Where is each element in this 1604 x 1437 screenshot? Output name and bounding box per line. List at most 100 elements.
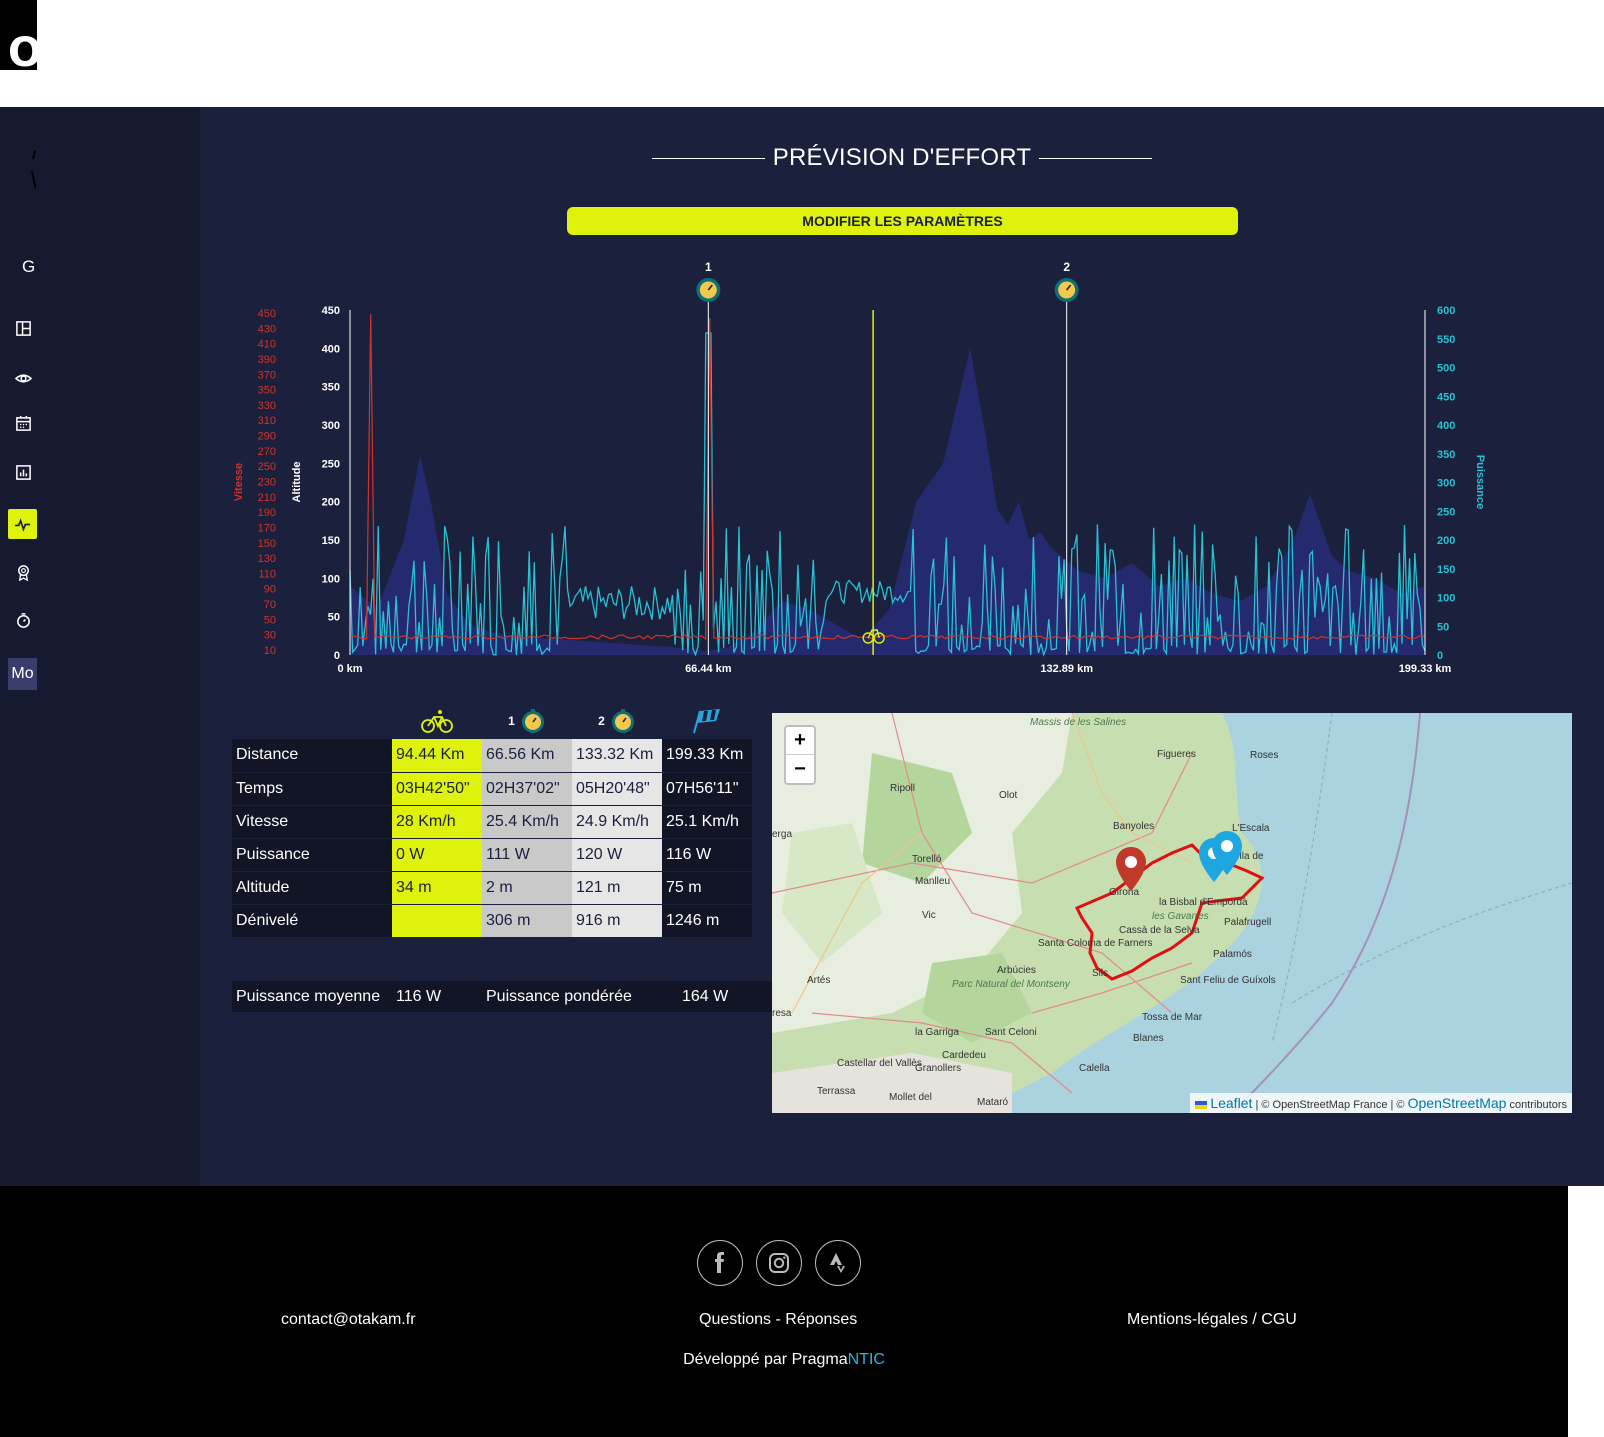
sidebar-item-timer[interactable] xyxy=(10,607,36,633)
strava-icon xyxy=(830,1253,845,1273)
power-tick-label: 250 xyxy=(1437,506,1455,518)
speed-tick-label: 210 xyxy=(258,492,276,504)
map-place-label: Calella xyxy=(1079,1063,1110,1074)
finish-flag-icon xyxy=(693,708,720,733)
row-value: 03H42'50" xyxy=(392,772,482,806)
power-tick-label: 550 xyxy=(1437,334,1455,346)
map-place-label: Sils xyxy=(1092,968,1109,979)
contact-email-link[interactable]: contact@otakam.fr xyxy=(281,1311,416,1329)
speed-tick-label: 70 xyxy=(264,599,276,611)
table-header-finish xyxy=(662,702,752,739)
row-value: 02H37'02" xyxy=(482,772,572,806)
facebook-icon xyxy=(715,1252,724,1273)
row-value: 66.56 Km xyxy=(482,739,572,773)
eye-icon xyxy=(14,373,32,383)
speed-tick-label: 270 xyxy=(258,446,276,458)
activity-icon xyxy=(14,517,31,532)
dashboard-icon xyxy=(15,320,31,336)
power-tick-label: 450 xyxy=(1437,391,1455,403)
row-value: 25.1 Km/h xyxy=(662,805,752,839)
table-header-row: 1 2 xyxy=(232,702,752,739)
power-axis-title: Puissance xyxy=(1474,455,1486,509)
table-row: Vitesse 28 Km/h 25.4 Km/h 24.9 Km/h 25.1 Km/… xyxy=(232,805,752,839)
altitude-tick-label: 150 xyxy=(322,535,340,547)
legal-link[interactable]: Mentions-légales / CGU xyxy=(1127,1311,1297,1329)
route-map[interactable]: Massis de les Salines Figueres Roses Ripoll… xyxy=(772,713,1572,1113)
leaflet-link[interactable]: Leaflet xyxy=(1210,1095,1252,1111)
logo[interactable]: O xyxy=(0,0,37,70)
table-row: Dénivelé 306 m 916 m 1246 m xyxy=(232,904,752,938)
x-tick-label: 0 km xyxy=(337,663,362,675)
row-value: 0 W xyxy=(392,838,482,872)
table-header-cp1: 1 xyxy=(482,702,572,739)
table-header-cp2: 2 xyxy=(572,702,662,739)
map-place-label: Cardedeu xyxy=(942,1050,986,1061)
map-place-label: Massis de les Salines xyxy=(1030,717,1127,728)
map-place-label: Arbúcies xyxy=(997,965,1036,976)
altitude-tick-label: 450 xyxy=(322,305,340,317)
row-label: Distance xyxy=(232,739,392,773)
power-tick-label: 600 xyxy=(1437,305,1455,317)
dev-accent[interactable]: NTIC xyxy=(848,1351,885,1368)
speed-tick-label: 390 xyxy=(258,354,276,366)
speed-tick-label: 190 xyxy=(258,507,276,519)
strava-link[interactable] xyxy=(815,1240,861,1286)
map-place-label: Cassà de la Selva xyxy=(1119,925,1200,936)
map-place-label: Figueres xyxy=(1157,749,1196,760)
power-tick-label: 50 xyxy=(1437,621,1449,633)
osm-link[interactable]: OpenStreetMap xyxy=(1408,1095,1507,1111)
row-label: Puissance xyxy=(232,838,392,872)
table-header-empty xyxy=(232,702,392,739)
row-value: 306 m xyxy=(482,904,572,938)
altitude-tick-label: 50 xyxy=(328,612,340,624)
power-tick-label: 200 xyxy=(1437,535,1455,547)
sidebar-item-awards[interactable] xyxy=(10,559,36,585)
sidebar-item-dashboard[interactable] xyxy=(10,315,36,341)
speed-tick-label: 330 xyxy=(258,400,276,412)
row-value: 28 Km/h xyxy=(392,805,482,839)
bike-icon xyxy=(421,709,453,733)
speed-tick-label: 370 xyxy=(258,369,276,381)
speed-axis-title: Vitesse xyxy=(233,463,245,501)
row-label: Temps xyxy=(232,772,392,806)
checkpoint-marker-icon[interactable] xyxy=(1210,829,1244,877)
altitude-area xyxy=(350,348,1425,655)
modify-params-button[interactable]: MODIFIER LES PARAMÈTRES xyxy=(567,207,1238,235)
page-title-row: PRÉVISION D'EFFORT xyxy=(652,140,1152,176)
start-marker-icon[interactable] xyxy=(1114,845,1148,893)
instagram-link[interactable] xyxy=(756,1240,802,1286)
speed-tick-label: 250 xyxy=(258,461,276,473)
zoom-in-button[interactable]: + xyxy=(786,727,814,755)
power-tick-label: 0 xyxy=(1437,650,1443,662)
speed-tick-label: 150 xyxy=(258,538,276,550)
flag-icon xyxy=(1195,1101,1208,1110)
facebook-link[interactable] xyxy=(697,1240,743,1286)
speed-tick-label: 450 xyxy=(258,308,276,320)
x-tick-label: 66.44 km xyxy=(685,663,732,675)
stopwatch-icon xyxy=(16,612,30,628)
map-place-label: Castellar del Vallès xyxy=(837,1058,922,1069)
x-tick-label: 199.33 km xyxy=(1399,663,1452,675)
speed-tick-label: 110 xyxy=(258,568,276,580)
sidebar-item-effort[interactable] xyxy=(8,509,37,539)
row-value xyxy=(392,904,482,938)
sidebar-mo[interactable]: Mo xyxy=(8,658,37,690)
sidebar-item-view[interactable] xyxy=(10,365,36,391)
footer: contact@otakam.fr Questions - Réponses M… xyxy=(0,1186,1568,1437)
map-place-label: Sant Celoni xyxy=(985,1027,1037,1038)
sidebar-item-calendar[interactable] xyxy=(10,410,36,436)
table-row: Distance 94.44 Km 66.56 Km 133.32 Km 199.33 … xyxy=(232,739,752,773)
map-place-label: Vic xyxy=(922,910,936,921)
calendar-icon xyxy=(15,415,31,431)
map-place-label: Banyoles xyxy=(1113,821,1155,832)
altitude-tick-label: 0 xyxy=(334,650,340,662)
zoom-out-button[interactable]: − xyxy=(786,755,814,783)
row-value: 94.44 Km xyxy=(392,739,482,773)
faq-link[interactable]: Questions - Réponses xyxy=(699,1311,857,1329)
power-tick-label: 400 xyxy=(1437,420,1455,432)
sidebar-item-stats[interactable] xyxy=(10,459,36,485)
stopwatch-icon xyxy=(611,708,634,733)
map-place-label: Blanes xyxy=(1133,1033,1164,1044)
map-place-label: Parc Natural del Montseny xyxy=(952,979,1070,990)
map-place-label: resa xyxy=(772,1008,792,1019)
